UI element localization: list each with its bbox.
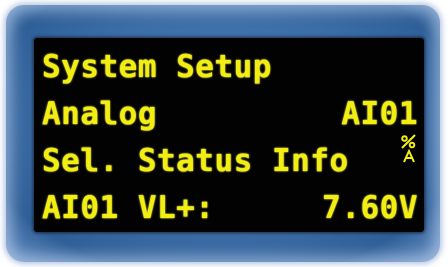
- percent-a-icon: [400, 50, 418, 163]
- lcd-screen: System Setup Analog AI01 Sel. Status Inf…: [34, 38, 424, 232]
- status-info-text: Sel. Status Info: [42, 143, 349, 179]
- screen-row-reading: AI01 VL+: 7.60V: [42, 187, 418, 229]
- analog-label: Analog: [42, 96, 157, 132]
- screen-row-title: System Setup: [42, 46, 418, 163]
- screen-title: System Setup: [42, 49, 272, 85]
- reading-label: AI01 VL+:: [42, 190, 215, 226]
- device-panel: System Setup Analog AI01 Sel. Status Inf…: [0, 0, 448, 267]
- analog-channel-value: AI01: [341, 96, 418, 132]
- reading-value: 7.60V: [322, 190, 418, 226]
- screen-row-analog: Analog AI01: [42, 93, 418, 135]
- screen-row-status: Sel. Status Info: [42, 140, 418, 182]
